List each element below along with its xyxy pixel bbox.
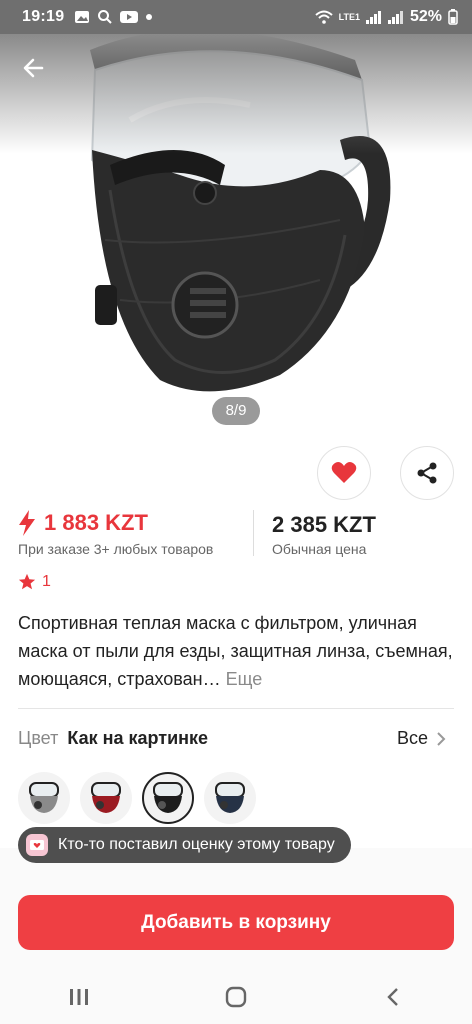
all-colors-link[interactable]: Все bbox=[397, 728, 446, 749]
home-button[interactable] bbox=[216, 977, 256, 1017]
regular-price-note: Обычная цена bbox=[272, 541, 367, 557]
swatch-red[interactable] bbox=[80, 772, 132, 824]
share-icon bbox=[417, 462, 437, 484]
image-icon bbox=[75, 11, 89, 23]
sale-price-note: При заказе 3+ любых товаров bbox=[18, 541, 214, 557]
recent-apps-button[interactable] bbox=[59, 977, 99, 1017]
image-pager: 8/9 bbox=[212, 397, 260, 425]
heart-icon bbox=[331, 462, 357, 483]
back-button[interactable] bbox=[18, 52, 50, 84]
system-nav-bar bbox=[0, 970, 472, 1024]
battery-label: 52% bbox=[409, 8, 442, 25]
regular-price: 2 385 KZT bbox=[272, 512, 376, 537]
star-icon bbox=[18, 573, 36, 590]
rating-toast: Кто-то поставил оценку этому товару bbox=[18, 827, 351, 863]
mask-thumbnail bbox=[153, 782, 183, 813]
swatch-black-selected[interactable] bbox=[142, 772, 194, 824]
more-link[interactable]: Еще bbox=[226, 669, 263, 689]
color-value: Как на картинке bbox=[67, 728, 209, 748]
network-label: LTE1 bbox=[338, 12, 360, 22]
color-selector-header: Цвет Как на картинке Все bbox=[18, 728, 458, 754]
youtube-icon bbox=[120, 11, 138, 23]
product-description: Спортивная теплая маска с фильтром, улич… bbox=[18, 609, 458, 693]
lightning-icon bbox=[19, 510, 35, 536]
chevron-right-icon bbox=[437, 731, 446, 746]
search-icon bbox=[98, 10, 112, 24]
top-gradient bbox=[0, 34, 472, 154]
dot-icon bbox=[146, 14, 152, 20]
color-swatches bbox=[18, 772, 256, 824]
signal-icon-2 bbox=[387, 11, 403, 24]
back-nav-button[interactable] bbox=[373, 977, 413, 1017]
sale-price-value: 1 883 KZT bbox=[44, 510, 148, 535]
signal-icon bbox=[365, 11, 381, 24]
sale-price: 1 883 KZT bbox=[18, 510, 148, 536]
section-divider bbox=[18, 708, 454, 709]
share-button[interactable] bbox=[400, 446, 454, 500]
battery-icon bbox=[448, 9, 458, 25]
status-notification-icons bbox=[74, 9, 153, 25]
home-icon bbox=[225, 986, 247, 1008]
recent-apps-icon bbox=[69, 989, 88, 1005]
color-label: Цвет bbox=[18, 728, 59, 748]
status-right: LTE1 52% bbox=[314, 8, 458, 26]
add-to-cart-button[interactable]: Добавить в корзину bbox=[18, 895, 454, 950]
chevron-left-icon bbox=[387, 988, 399, 1006]
price-divider bbox=[253, 510, 254, 556]
all-colors-label: Все bbox=[396, 728, 428, 748]
price-row: 1 883 KZT При заказе 3+ любых товаров 2 … bbox=[18, 508, 458, 560]
envelope-heart-icon bbox=[26, 834, 48, 856]
arrow-left-icon bbox=[23, 58, 44, 78]
mask-thumbnail bbox=[29, 782, 59, 813]
rating[interactable]: 1 bbox=[18, 573, 51, 591]
swatch-navy[interactable] bbox=[204, 772, 256, 824]
mask-thumbnail bbox=[215, 782, 245, 813]
status-bar: 19:19 LTE1 52% bbox=[0, 0, 472, 34]
mask-thumbnail bbox=[91, 782, 121, 813]
product-image-gallery[interactable]: 8/9 bbox=[0, 0, 472, 445]
wifi-icon bbox=[314, 10, 333, 24]
status-time: 19:19 bbox=[22, 8, 65, 25]
swatch-gray[interactable] bbox=[18, 772, 70, 824]
rating-count: 1 bbox=[42, 573, 51, 590]
toast-text: Кто-то поставил оценку этому товару bbox=[58, 836, 335, 853]
favorite-button[interactable] bbox=[317, 446, 371, 500]
